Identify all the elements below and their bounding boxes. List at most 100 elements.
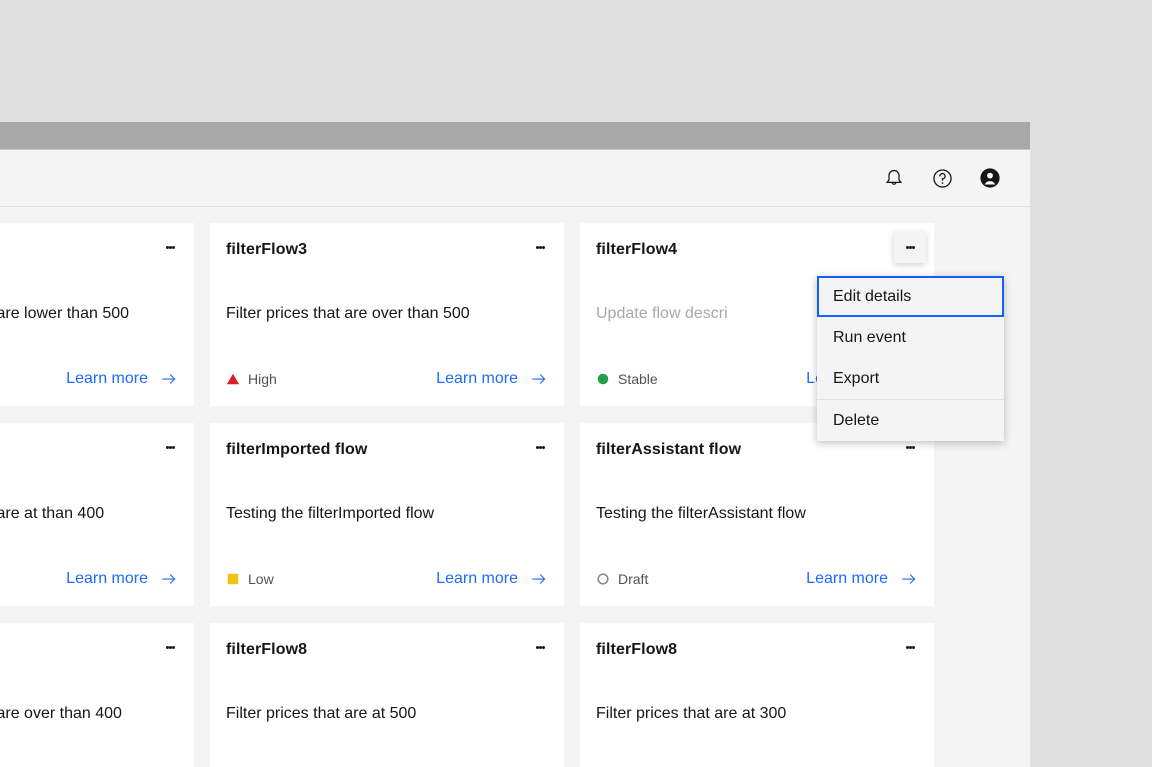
menu-item-run-event[interactable]: Run event <box>817 317 1004 358</box>
kebab-dot-icon <box>172 446 175 449</box>
card-row: w8 ces that are over than 400 Learn more <box>0 623 1030 767</box>
learn-more-link[interactable]: Learn more <box>66 368 178 390</box>
card-title: filterImported flow <box>226 439 367 461</box>
card-header: filterFlow4 <box>596 239 918 263</box>
menu-item-label: Delete <box>833 412 879 430</box>
flow-card[interactable]: filterFlow8 Filter prices that are at 50… <box>210 623 564 767</box>
product-header <box>0 150 1030 207</box>
card-overflow-menu-button[interactable] <box>524 631 556 663</box>
card-header: filterFlow3 <box>226 239 548 263</box>
card-status: Draft <box>596 571 648 587</box>
card-status-label: Low <box>248 571 274 587</box>
circle-filled-icon <box>596 372 610 386</box>
card-overflow-menu-button[interactable] <box>524 431 556 463</box>
card-header: w8 <box>0 639 178 663</box>
arrow-right-icon <box>160 370 178 388</box>
card-title: filterAssistant flow <box>596 439 741 461</box>
user-avatar-icon <box>979 167 1001 189</box>
card-title: filterFlow8 <box>596 639 677 661</box>
learn-more-label: Learn more <box>66 568 148 590</box>
card-description: Testing the filterImported flow <box>226 503 548 525</box>
card-description: Testing the filterAssistant flow <box>596 503 918 525</box>
overflow-dropdown-menu: Edit details Run event Export Delete <box>817 276 1004 441</box>
card-status: High <box>226 371 277 387</box>
card-overflow-menu-button[interactable] <box>154 431 186 463</box>
card-overflow-menu-button[interactable] <box>894 631 926 663</box>
card-status: Stable <box>596 371 658 387</box>
arrow-right-icon <box>530 370 548 388</box>
card-description: ces that are lower than 500 <box>0 303 178 325</box>
menu-item-label: Run event <box>833 329 906 347</box>
card-footer: Learn more <box>0 368 178 390</box>
flow-card[interactable]: w2 ces that are lower than 500 Learn mor… <box>0 223 194 406</box>
card-description: ces that are at than 400 <box>0 503 178 525</box>
arrow-right-icon <box>900 570 918 588</box>
kebab-dot-icon <box>542 246 545 249</box>
card-overflow-menu-button[interactable] <box>154 231 186 263</box>
card-description: ces that are over than 400 <box>0 703 178 725</box>
learn-more-link[interactable]: Learn more <box>436 368 548 390</box>
triangle-warning-icon <box>226 372 240 386</box>
menu-item-label: Export <box>833 370 879 388</box>
card-description: Filter prices that are at 300 <box>596 703 918 725</box>
card-overflow-menu-button[interactable] <box>154 631 186 663</box>
card-footer: Draft Learn more <box>596 568 918 590</box>
square-filled-icon <box>226 572 240 586</box>
card-title: filterFlow8 <box>226 639 307 661</box>
flow-card[interactable]: filterFlow8 Filter prices that are at 30… <box>580 623 934 767</box>
learn-more-label: Learn more <box>436 368 518 390</box>
card-header: filterImported flow <box>226 439 548 463</box>
notifications-icon <box>884 168 904 188</box>
window-title-bar <box>0 122 1030 150</box>
card-title: filterFlow3 <box>226 239 307 261</box>
flow-card[interactable]: w8 ces that are over than 400 Learn more <box>0 623 194 767</box>
card-footer: Low Learn more <box>226 568 548 590</box>
flow-card[interactable]: w6 ces that are at than 400 Learn more <box>0 423 194 606</box>
card-overflow-menu-button[interactable] <box>894 231 926 263</box>
menu-item-label: Edit details <box>833 288 911 306</box>
kebab-dot-icon <box>542 446 545 449</box>
learn-more-label: Learn more <box>66 368 148 390</box>
arrow-right-icon <box>530 570 548 588</box>
kebab-dot-icon <box>912 446 915 449</box>
kebab-dot-icon <box>172 246 175 249</box>
card-header: w2 <box>0 239 178 263</box>
application-window: w2 ces that are lower than 500 Learn mor… <box>0 122 1030 767</box>
card-description: Filter prices that are at 500 <box>226 703 548 725</box>
card-status-label: Stable <box>618 371 658 387</box>
card-footer: High Learn more <box>226 368 548 390</box>
learn-more-label: Learn more <box>806 568 888 590</box>
notifications-button[interactable] <box>870 154 918 202</box>
flow-card[interactable]: filterImported flow Testing the filterIm… <box>210 423 564 606</box>
card-status: Low <box>226 571 274 587</box>
card-header: filterAssistant flow <box>596 439 918 463</box>
help-button[interactable] <box>918 154 966 202</box>
card-footer: Learn more <box>0 568 178 590</box>
card-overflow-menu-button[interactable] <box>524 231 556 263</box>
kebab-dot-icon <box>912 646 915 649</box>
kebab-dot-icon <box>912 246 915 249</box>
learn-more-link[interactable]: Learn more <box>66 568 178 590</box>
card-description: Filter prices that are over than 500 <box>226 303 548 325</box>
card-header: w6 <box>0 439 178 463</box>
learn-more-link[interactable]: Learn more <box>436 568 548 590</box>
card-title: filterFlow4 <box>596 239 677 261</box>
learn-more-label: Learn more <box>436 568 518 590</box>
learn-more-link[interactable]: Learn more <box>806 568 918 590</box>
card-status-label: High <box>248 371 277 387</box>
account-button[interactable] <box>966 154 1014 202</box>
flow-card[interactable]: filterAssistant flow Testing the filterA… <box>580 423 934 606</box>
card-status-label: Draft <box>618 571 648 587</box>
menu-item-edit-details[interactable]: Edit details <box>817 276 1004 317</box>
card-header: filterFlow8 <box>226 639 548 663</box>
card-row: w6 ces that are at than 400 Learn more <box>0 423 1030 606</box>
arrow-right-icon <box>160 570 178 588</box>
kebab-dot-icon <box>542 646 545 649</box>
flow-card[interactable]: filterFlow3 Filter prices that are over … <box>210 223 564 406</box>
circle-outline-icon <box>596 572 610 586</box>
kebab-dot-icon <box>172 646 175 649</box>
menu-item-export[interactable]: Export <box>817 358 1004 399</box>
card-header: filterFlow8 <box>596 639 918 663</box>
menu-item-delete[interactable]: Delete <box>817 400 1004 441</box>
help-icon <box>932 168 953 189</box>
